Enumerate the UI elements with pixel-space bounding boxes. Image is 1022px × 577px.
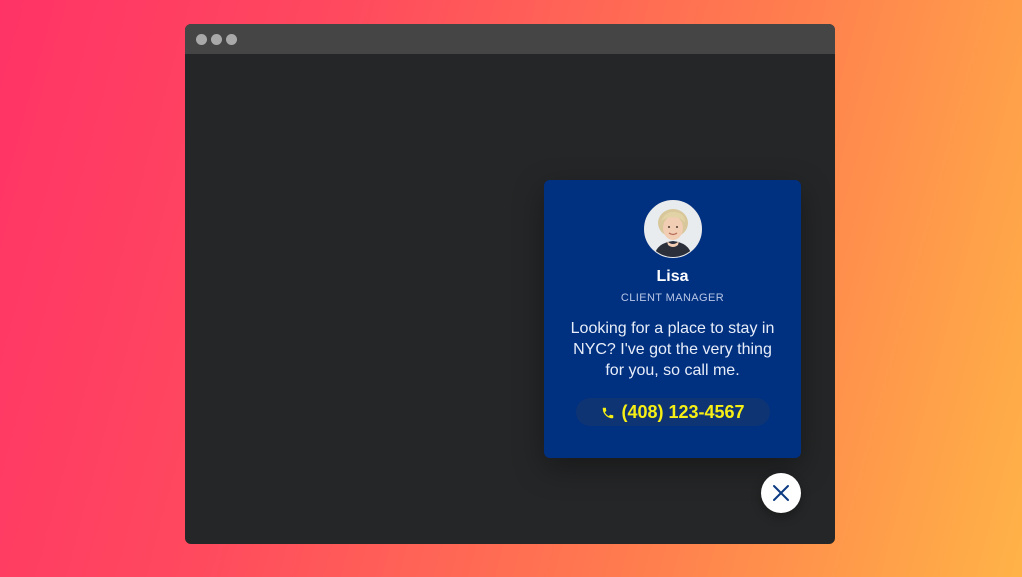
window-titlebar <box>185 24 835 54</box>
close-icon <box>773 485 789 501</box>
phone-icon <box>601 400 615 428</box>
contact-role: CLIENT MANAGER <box>620 292 725 304</box>
window-close-dot[interactable] <box>196 34 207 45</box>
phone-number: (408) 123-4567 <box>621 402 745 422</box>
window-minimize-dot[interactable] <box>211 34 222 45</box>
avatar <box>644 200 702 258</box>
contact-message: Looking for a place to stay in NYC? I've… <box>570 320 775 379</box>
window-maximize-dot[interactable] <box>226 34 237 45</box>
contact-name: Lisa <box>656 268 689 285</box>
avatar-photo <box>645 201 701 257</box>
call-phone-button[interactable]: (408) 123-4567 <box>576 398 770 426</box>
browser-window: Lisa CLIENT MANAGER Looking for a place … <box>185 24 835 544</box>
close-widget-button[interactable] <box>761 473 801 513</box>
contact-widget-card: Lisa CLIENT MANAGER Looking for a place … <box>544 180 801 458</box>
